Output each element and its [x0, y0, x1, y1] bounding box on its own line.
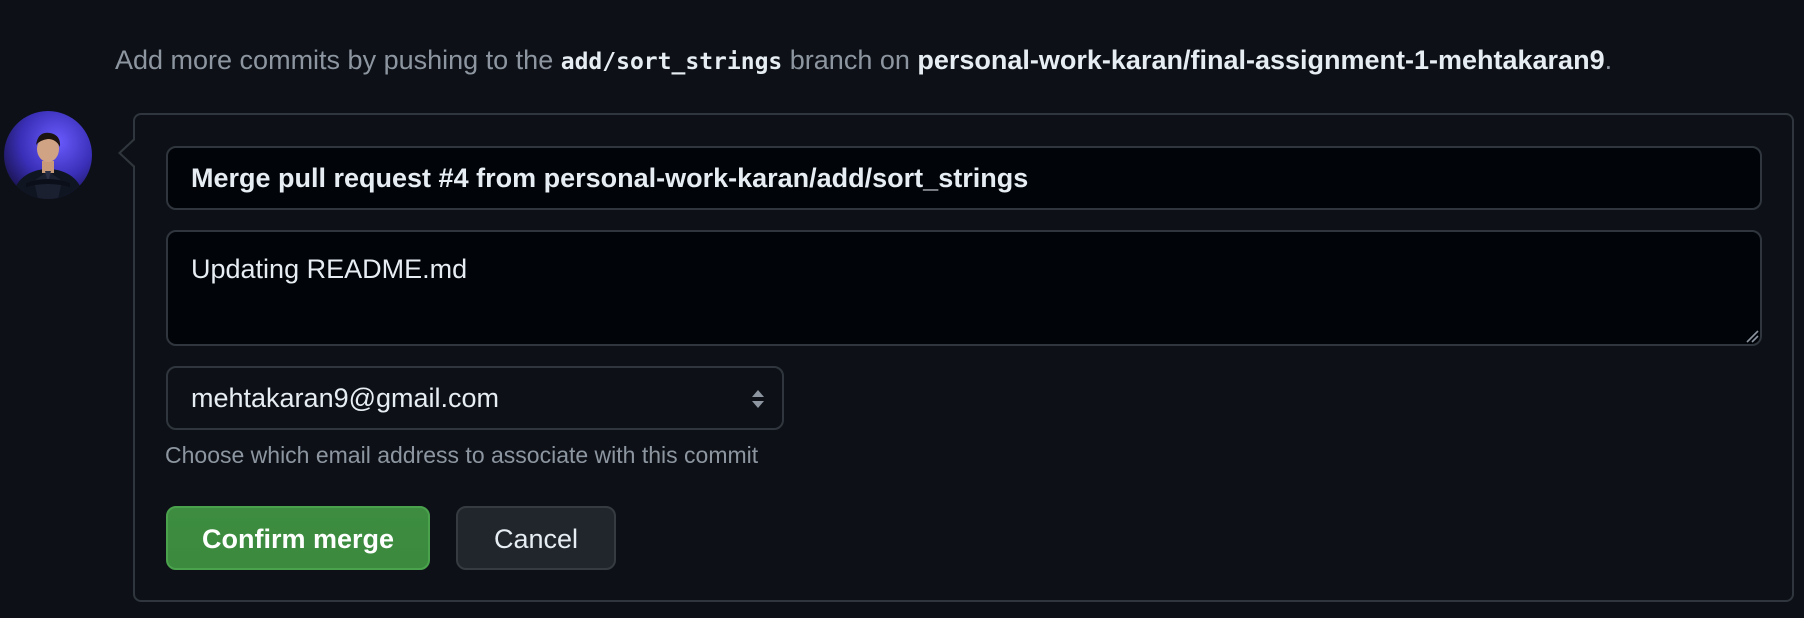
updown-arrows-icon — [752, 390, 764, 408]
hint-suffix: . — [1604, 45, 1613, 75]
merge-hint: Add more commits by pushing to the add/s… — [115, 40, 1612, 80]
branch-name: add/sort_strings — [560, 49, 783, 75]
commit-title-input[interactable] — [166, 146, 1762, 210]
commit-message-textarea[interactable]: Updating README.md — [166, 230, 1762, 346]
commit-email-select[interactable]: mehtakaran9@gmail.com — [166, 366, 784, 430]
cancel-button[interactable]: Cancel — [456, 506, 616, 570]
commit-email-value: mehtakaran9@gmail.com — [191, 383, 500, 413]
confirm-merge-button[interactable]: Confirm merge — [166, 506, 430, 570]
panel-caret-inner — [121, 140, 135, 166]
email-helper-text: Choose which email address to associate … — [165, 442, 759, 468]
user-avatar[interactable] — [4, 111, 92, 199]
repo-name: personal-work-karan/final-assignment-1-m… — [917, 45, 1605, 75]
resize-handle-icon[interactable] — [1745, 329, 1759, 343]
avatar-image — [4, 111, 92, 199]
hint-middle: branch on — [782, 45, 918, 75]
hint-prefix: Add more commits by pushing to the — [115, 45, 561, 75]
